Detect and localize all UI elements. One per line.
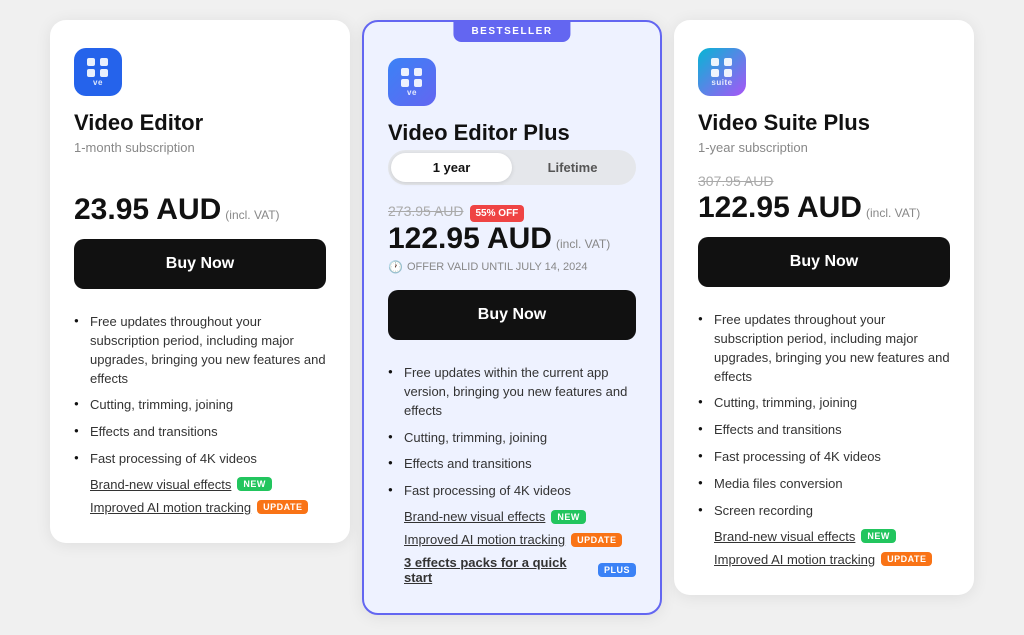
price-vat-video-editor-plus: (incl. VAT) [556,237,610,251]
link-feature-text[interactable]: 3 effects packs for a quick start [404,555,592,585]
clock-icon: 🕐 [388,260,403,274]
feature-item: Free updates throughout your subscriptio… [74,309,326,392]
feature-item: Media files conversion [698,471,950,498]
card-video-suite-plus: suite Video Suite Plus 1-year subscriptio… [674,20,974,595]
card-video-editor: ve Video Editor 1-month subscription 23.95… [50,20,350,543]
buy-button-video-editor[interactable]: Buy Now [74,239,326,289]
feature-badge-new: NEW [861,529,896,543]
feature-item: Fast processing of 4K videos [388,478,636,505]
feature-badge-plus: PLUS [598,563,636,577]
features-list-video-editor-plus: Free updates within the current app vers… [388,360,636,505]
link-feature-item: Brand-new visual effects NEW [74,473,326,496]
buy-button-video-suite-plus[interactable]: Buy Now [698,237,950,287]
buy-button-video-editor-plus[interactable]: Buy Now [388,290,636,340]
toggle-1-year[interactable]: 1 year [391,153,512,182]
app-icon-video-editor: ve [74,48,122,96]
feature-item: Free updates throughout your subscriptio… [698,307,950,390]
link-feature-text[interactable]: Brand-new visual effects [404,509,545,524]
price-row-video-editor-plus: 273.95 AUD 55% OFF122.95 AUD (incl. VAT) [388,203,636,256]
feature-badge-update: UPDATE [571,533,622,547]
feature-item: Free updates within the current app vers… [388,360,636,425]
feature-item: Fast processing of 4K videos [698,444,950,471]
feature-item: Screen recording [698,498,950,525]
card-video-editor-plus: BESTSELLER ve Video Editor Plus 1 yearLif… [362,20,662,615]
features-list-video-suite-plus: Free updates throughout your subscriptio… [698,307,950,525]
price-vat-video-editor: (incl. VAT) [225,208,279,222]
original-price-video-editor-plus: 273.95 AUD [388,203,464,219]
feature-item: Cutting, trimming, joining [698,390,950,417]
pricing-container: ve Video Editor 1-month subscription 23.95… [0,0,1024,635]
link-feature-text[interactable]: Improved AI motion tracking [714,552,875,567]
link-feature-text[interactable]: Improved AI motion tracking [90,500,251,515]
feature-badge-update: UPDATE [881,552,932,566]
price-row-video-suite-plus: 307.95 AUD 122.95 AUD (incl. VAT) [698,173,950,225]
feature-badge-new: NEW [237,477,272,491]
card-subtitle-video-editor: 1-month subscription [74,140,326,155]
feature-item: Cutting, trimming, joining [388,425,636,452]
price-vat-video-suite-plus: (incl. VAT) [866,206,920,220]
discount-badge-video-editor-plus: 55% OFF [470,205,525,222]
link-feature-text[interactable]: Improved AI motion tracking [404,532,565,547]
app-icon-video-suite-plus: suite [698,48,746,96]
link-feature-text[interactable]: Brand-new visual effects [714,529,855,544]
card-title-video-editor: Video Editor [74,110,326,136]
link-feature-item: Brand-new visual effects NEW [388,505,636,528]
app-icon-video-editor-plus: ve [388,58,436,106]
price-main-video-editor: 23.95 AUD [74,193,221,226]
feature-badge-update: UPDATE [257,500,308,514]
card-subtitle-video-suite-plus: 1-year subscription [698,140,950,155]
feature-item: Effects and transitions [698,417,950,444]
feature-item: Fast processing of 4K videos [74,446,326,473]
offer-valid-video-editor-plus: 🕐OFFER VALID UNTIL JULY 14, 2024 [388,260,636,274]
link-feature-item: Brand-new visual effects NEW [698,525,950,548]
feature-item: Effects and transitions [388,451,636,478]
link-feature-item: Improved AI motion tracking UPDATE [698,548,950,571]
price-main-video-editor-plus: 122.95 AUD [388,222,552,255]
feature-item: Effects and transitions [74,419,326,446]
card-title-video-suite-plus: Video Suite Plus [698,110,950,136]
features-list-video-editor: Free updates throughout your subscriptio… [74,309,326,473]
toggle-lifetime[interactable]: Lifetime [512,153,633,182]
feature-badge-new: NEW [551,510,586,524]
link-feature-item: 3 effects packs for a quick start PLUS [388,551,636,589]
link-feature-item: Improved AI motion tracking UPDATE [74,496,326,519]
link-feature-item: Improved AI motion tracking UPDATE [388,528,636,551]
original-price-video-suite-plus: 307.95 AUD [698,173,774,189]
price-row-video-editor: 23.95 AUD (incl. VAT) [74,173,326,227]
billing-toggle: 1 yearLifetime [388,150,636,185]
card-title-video-editor-plus: Video Editor Plus [388,120,636,146]
feature-item: Cutting, trimming, joining [74,392,326,419]
bestseller-badge: BESTSELLER [453,21,570,42]
price-main-video-suite-plus: 122.95 AUD [698,191,862,224]
link-feature-text[interactable]: Brand-new visual effects [90,477,231,492]
